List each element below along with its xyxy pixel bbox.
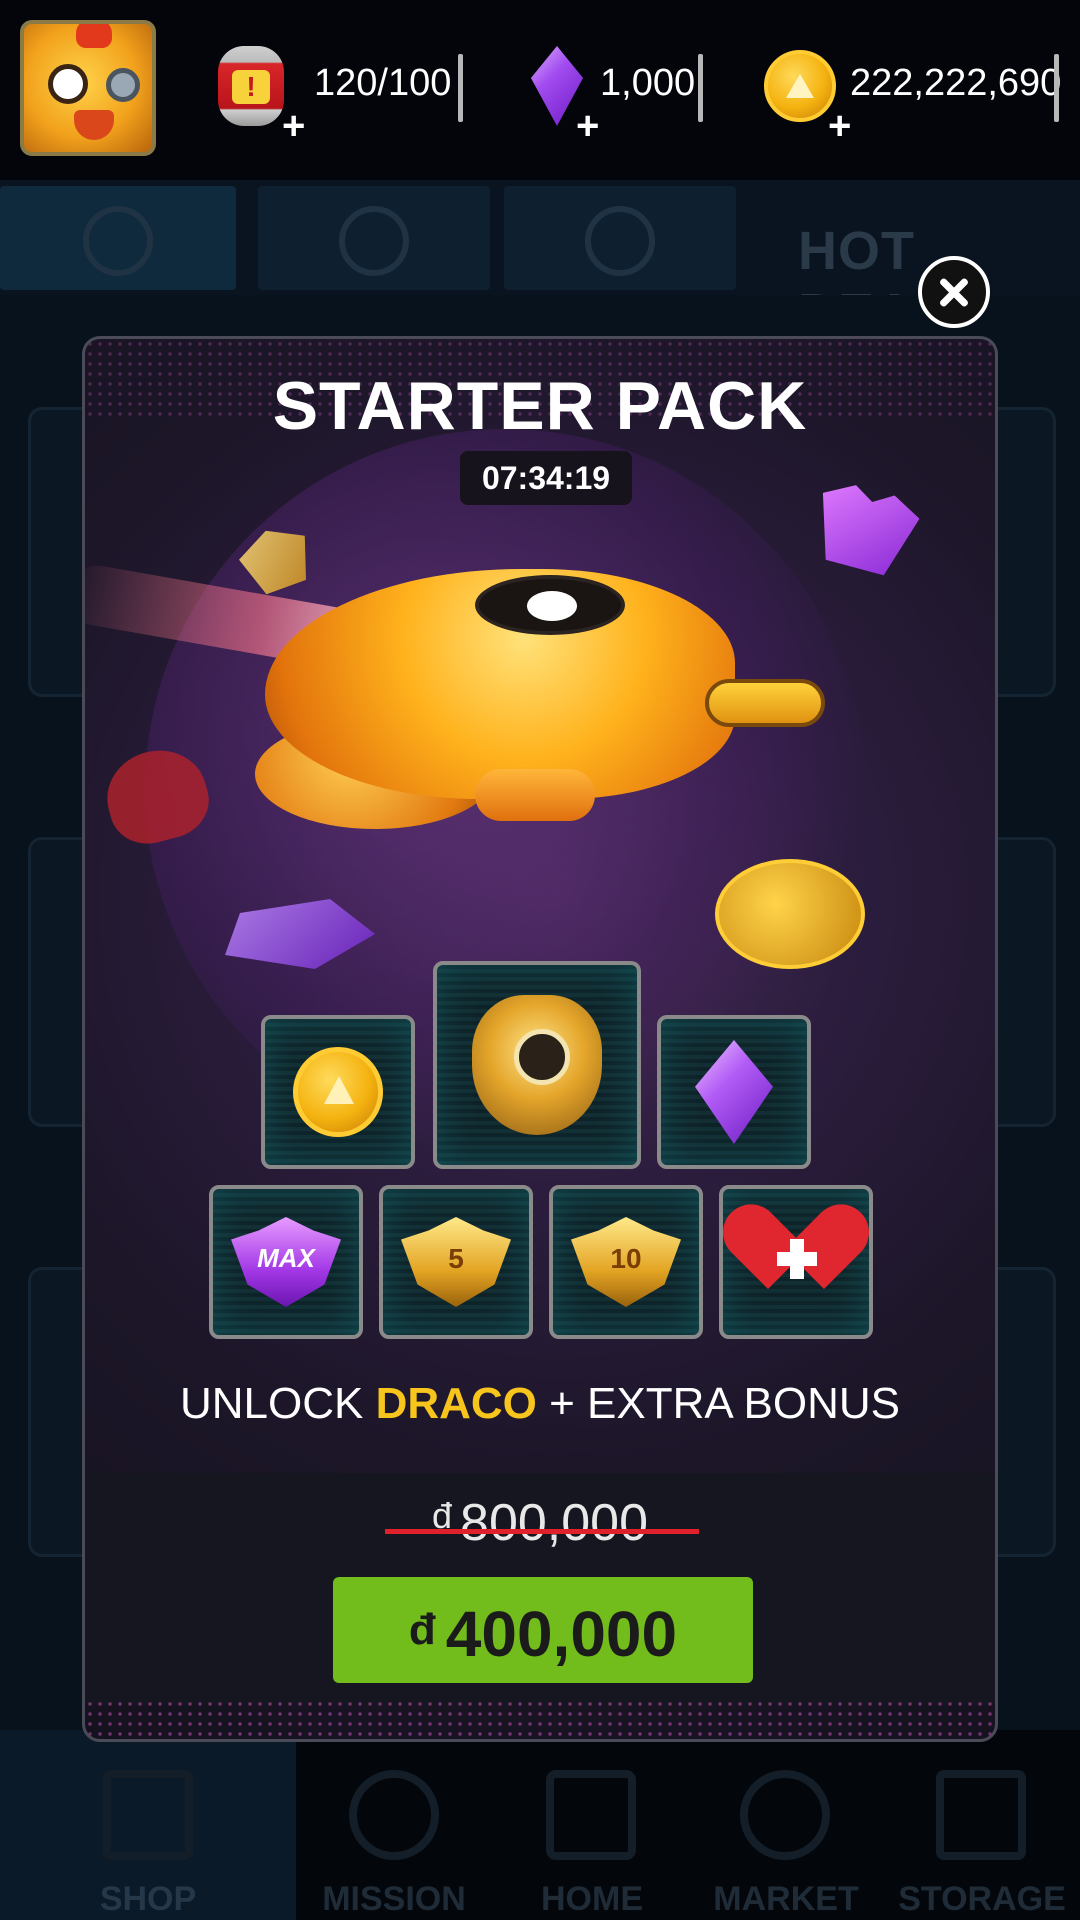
tab-hot[interactable]: [0, 186, 236, 290]
energy-canister-icon: !: [218, 46, 284, 126]
gold-coin-icon: [293, 1047, 383, 1137]
badge-text: 10: [610, 1243, 642, 1274]
rank-10-badge-icon: 10: [571, 1217, 681, 1307]
original-price: đ 800,000: [85, 1493, 995, 1553]
player-avatar[interactable]: [20, 20, 156, 156]
unlock-text: UNLOCK DRACO + EXTRA BONUS: [85, 1379, 995, 1429]
reward-slot-ship[interactable]: [433, 961, 641, 1169]
avatar-beak: [74, 110, 114, 140]
max-rank-badge-icon: MAX: [231, 1217, 341, 1307]
cross-bar: [777, 1252, 817, 1266]
reward-slot-max-badge[interactable]: MAX: [209, 1185, 363, 1339]
divider: [698, 54, 703, 122]
avatar-eye: [48, 64, 88, 104]
nav-storage[interactable]: STORAGE: [874, 1880, 1080, 1919]
coins-counter[interactable]: + 222,222,690: [764, 40, 1064, 146]
tab-gems[interactable]: [504, 186, 736, 290]
price-panel: đ 800,000 đ 400,000: [85, 1473, 995, 1705]
home-icon: [546, 1770, 636, 1860]
plus-icon[interactable]: +: [828, 106, 851, 146]
countdown-timer: 07:34:19: [460, 451, 632, 505]
coin-decoration: [715, 859, 865, 969]
plus-icon[interactable]: +: [282, 106, 305, 146]
storage-icon: [936, 1770, 1026, 1860]
avatar-comb: [76, 24, 112, 48]
ship-thruster: [475, 769, 595, 821]
badge-text: 5: [448, 1243, 464, 1274]
purple-gem-icon: [695, 1040, 773, 1144]
rank-5-badge-icon: 5: [401, 1217, 511, 1307]
popup-title: STARTER PACK: [272, 368, 808, 444]
target-icon: [349, 1770, 439, 1860]
gold-coin-icon: [764, 50, 836, 122]
plus-icon[interactable]: +: [576, 106, 599, 146]
gems-counter[interactable]: + 1,000: [522, 40, 712, 146]
bottom-nav: SHOP MISSION HOME MARKET STORAGE: [0, 1730, 1080, 1920]
dot-pattern: [85, 1699, 995, 1739]
reward-slot-rank-5[interactable]: 5: [379, 1185, 533, 1339]
divider: [1054, 54, 1059, 122]
badge-text: MAX: [257, 1243, 315, 1273]
close-button[interactable]: [918, 256, 990, 328]
resource-bar: ! + 120/100 + 1,000 + 222,222,690: [0, 0, 1080, 180]
unlock-suffix: + EXTRA BONUS: [549, 1379, 901, 1428]
reward-slot-heart[interactable]: [711, 1185, 881, 1339]
tab-coins[interactable]: [258, 186, 490, 290]
nav-market[interactable]: MARKET: [678, 1880, 894, 1919]
bolt-icon: !: [232, 70, 270, 104]
avatar-cyber-eye: [106, 68, 140, 102]
reward-slot-gems[interactable]: [657, 1015, 811, 1169]
ship-cockpit: [475, 575, 625, 635]
nav-mission[interactable]: MISSION: [286, 1880, 502, 1919]
gem-icon: [585, 206, 655, 276]
energy-counter[interactable]: ! + 120/100: [218, 40, 468, 146]
original-price-value: 800,000: [460, 1494, 648, 1552]
nav-home[interactable]: HOME: [484, 1880, 700, 1919]
dollar-icon: [740, 1770, 830, 1860]
unlock-highlight: DRACO: [375, 1379, 537, 1428]
max-badge-decoration: [806, 477, 923, 580]
ship-cannon: [705, 679, 825, 727]
coins-value: 222,222,690: [850, 62, 1062, 104]
shop-tab-bar: HOT DEAL: [0, 180, 1080, 343]
gems-value: 1,000: [600, 62, 696, 104]
nav-shop[interactable]: SHOP: [40, 1880, 256, 1919]
starter-pack-popup: STARTER PACK 07:34:19 MAX 5 10 UNLOCK DR…: [82, 336, 998, 1742]
sale-price-value: 400,000: [445, 1598, 678, 1670]
coin-mark: [786, 74, 814, 98]
coin-icon: [339, 206, 409, 276]
flame-icon: [83, 206, 153, 276]
unlock-prefix: UNLOCK: [179, 1379, 364, 1428]
divider: [458, 54, 463, 122]
reward-slot-rank-10[interactable]: 10: [549, 1185, 703, 1339]
currency-symbol: đ: [408, 1605, 436, 1654]
heart-plus-icon: [711, 1192, 881, 1307]
cart-icon: [103, 1770, 193, 1860]
reward-slot-coins[interactable]: [261, 1015, 415, 1169]
draco-ship-icon: [472, 995, 602, 1135]
strikethrough-line: [385, 1529, 699, 1534]
energy-value: 120/100: [314, 62, 452, 104]
buy-button[interactable]: đ 400,000: [333, 1577, 753, 1683]
